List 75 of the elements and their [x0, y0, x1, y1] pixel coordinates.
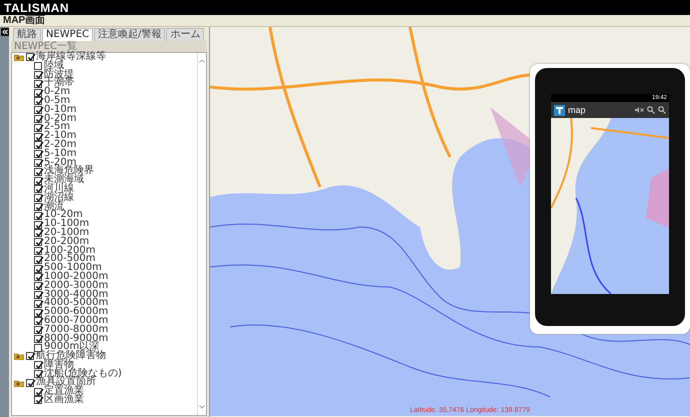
tree-item[interactable]: 防波堤	[44, 70, 74, 80]
checkbox[interactable]	[34, 300, 42, 308]
checkbox[interactable]	[34, 256, 42, 264]
tree-item[interactable]: 0-5m	[44, 96, 70, 106]
tree-item[interactable]: 2-20m	[44, 140, 76, 150]
checkbox[interactable]	[34, 97, 42, 106]
tree-item[interactable]: 1000-2000m	[44, 272, 108, 282]
tab[interactable]: NEWPEC	[42, 28, 94, 41]
checkbox[interactable]	[34, 168, 42, 176]
checkbox[interactable]	[26, 352, 34, 360]
tree-item[interactable]: 0-10m	[44, 106, 76, 115]
app-logo-icon	[554, 104, 565, 116]
tree-item[interactable]: 2000-3000m	[44, 282, 108, 291]
checkbox[interactable]	[34, 194, 42, 202]
list-header: NEWPEC一覧	[11, 41, 207, 52]
checkbox[interactable]	[34, 273, 42, 282]
checkbox[interactable]	[34, 326, 42, 334]
tree-item[interactable]: 湖沼線	[44, 194, 74, 203]
checkbox[interactable]	[26, 378, 34, 387]
checkbox[interactable]	[34, 238, 42, 246]
checkbox[interactable]	[34, 334, 42, 343]
tree-item[interactable]: 5-10m	[44, 150, 76, 159]
tree-item[interactable]: 7000-8000m	[44, 326, 108, 334]
tab[interactable]: 航路	[13, 28, 41, 41]
checkbox[interactable]	[34, 229, 42, 238]
tree-item[interactable]: 未測海域	[44, 176, 84, 185]
checkbox[interactable]	[34, 212, 42, 220]
tree-item[interactable]: 20-100m	[44, 228, 90, 238]
checkbox[interactable]	[34, 220, 42, 229]
tab[interactable]: ホーム	[166, 28, 204, 41]
checkbox[interactable]	[34, 124, 42, 132]
checkbox[interactable]	[34, 317, 42, 326]
tree-item[interactable]: 0-2m	[44, 88, 70, 97]
app-name: map	[568, 104, 587, 116]
checkbox[interactable]	[34, 132, 42, 141]
checkbox[interactable]	[34, 106, 42, 114]
checkbox[interactable]	[34, 80, 42, 88]
checkbox[interactable]	[34, 396, 42, 404]
tree-item[interactable]: 2-10m	[44, 132, 76, 141]
checkbox[interactable]	[34, 308, 42, 316]
mute-icon[interactable]	[635, 106, 644, 114]
tree-item[interactable]: 20-200m	[44, 238, 90, 247]
tree-item[interactable]: 6000-7000m	[44, 316, 108, 326]
checkbox[interactable]	[34, 185, 42, 194]
tree-item[interactable]: 500-1000m	[44, 264, 102, 273]
tree-item[interactable]: 区画漁業	[44, 396, 84, 405]
checkbox[interactable]	[34, 70, 42, 79]
screen-title: MAP画面	[3, 15, 46, 26]
checkbox[interactable]	[34, 388, 42, 396]
checkbox[interactable]	[34, 150, 42, 158]
tab[interactable]: 注意喚起/警報	[94, 28, 166, 41]
checkbox[interactable]	[34, 62, 42, 70]
tree-item[interactable]: 陸域	[44, 62, 64, 71]
tree-item[interactable]: 5000-6000m	[44, 308, 108, 317]
checkbox[interactable]	[34, 114, 42, 123]
tree-item[interactable]: 潮流	[44, 202, 64, 212]
checkbox[interactable]	[34, 141, 42, 150]
collapse-icon[interactable]	[0, 28, 8, 36]
checkbox[interactable]	[34, 158, 42, 167]
app-title: TALISMAN	[4, 0, 70, 14]
checkbox[interactable]	[34, 370, 42, 378]
checkbox[interactable]	[34, 88, 42, 97]
checkbox[interactable]	[34, 361, 42, 370]
checkbox[interactable]	[34, 246, 42, 255]
tree-item[interactable]: 海岸線等深線等	[36, 53, 106, 62]
tree-item[interactable]: 10-100m	[44, 220, 90, 229]
tree-item[interactable]: 河川線	[44, 184, 74, 194]
checkbox[interactable]	[34, 282, 42, 290]
tree-item[interactable]: 障害物	[44, 360, 74, 370]
checkbox[interactable]	[26, 53, 34, 62]
tree-item[interactable]: 沈船(危険なもの)	[44, 370, 122, 378]
checkbox[interactable]	[34, 202, 42, 211]
checkbox[interactable]	[34, 176, 42, 185]
checkbox[interactable]	[34, 290, 42, 299]
checkbox[interactable]	[34, 264, 42, 273]
